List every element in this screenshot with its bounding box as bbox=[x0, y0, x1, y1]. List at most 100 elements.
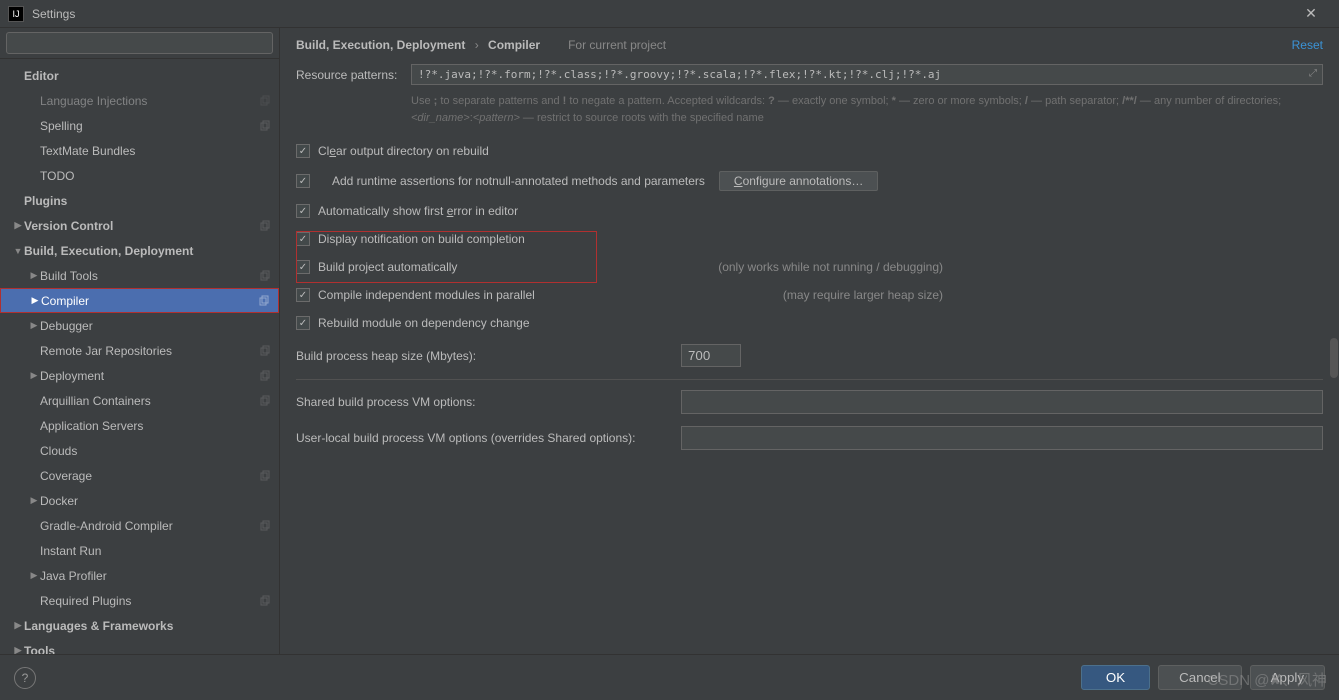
sidebar-item-spelling[interactable]: Spelling bbox=[0, 113, 279, 138]
chevron-icon: ▶ bbox=[28, 570, 40, 581]
sidebar-item-java-profiler[interactable]: ▶Java Profiler bbox=[0, 563, 279, 588]
help-button[interactable]: ? bbox=[14, 667, 36, 689]
for-project-label: For current project bbox=[564, 38, 666, 52]
chevron-icon: ▶ bbox=[12, 645, 24, 654]
content-panel: Build, Execution, Deployment › Compiler … bbox=[280, 28, 1339, 654]
copy-icon bbox=[259, 595, 271, 607]
sidebar-item-label: Gradle-Android Compiler bbox=[40, 519, 259, 533]
sidebar-item-plugins[interactable]: Plugins bbox=[0, 188, 279, 213]
footer: ? OK Cancel Apply bbox=[0, 654, 1339, 700]
shared-vm-label: Shared build process VM options: bbox=[296, 395, 681, 409]
sidebar-item-arquillian-containers[interactable]: Arquillian Containers bbox=[0, 388, 279, 413]
sidebar-item-build-tools[interactable]: ▶Build Tools bbox=[0, 263, 279, 288]
breadcrumb-part: Build, Execution, Deployment bbox=[296, 38, 465, 52]
divider bbox=[296, 379, 1323, 380]
sidebar-item-label: Debugger bbox=[40, 319, 271, 333]
copy-icon bbox=[259, 520, 271, 532]
sidebar-item-label: Plugins bbox=[24, 194, 271, 208]
copy-icon bbox=[259, 95, 271, 107]
user-vm-label: User-local build process VM options (ove… bbox=[296, 431, 681, 445]
reset-link[interactable]: Reset bbox=[1292, 38, 1323, 52]
heap-size-label: Build process heap size (Mbytes): bbox=[296, 349, 681, 363]
sidebar-item-label: Build, Execution, Deployment bbox=[24, 244, 271, 258]
configure-annotations-button[interactable]: Configure annotations… bbox=[719, 171, 878, 191]
sidebar-item-instant-run[interactable]: Instant Run bbox=[0, 538, 279, 563]
sidebar-item-label: Docker bbox=[40, 494, 271, 508]
user-vm-input[interactable] bbox=[681, 426, 1323, 450]
copy-icon bbox=[258, 295, 270, 307]
resource-patterns-label: Resource patterns: bbox=[296, 68, 411, 82]
scrollbar[interactable] bbox=[1329, 28, 1339, 654]
sidebar-item-label: Clouds bbox=[40, 444, 271, 458]
compile-parallel-label: Compile independent modules in parallel bbox=[318, 288, 535, 302]
sidebar-item-required-plugins[interactable]: Required Plugins bbox=[0, 588, 279, 613]
sidebar-item-editor[interactable]: Editor bbox=[0, 63, 279, 88]
sidebar-item-label: Build Tools bbox=[40, 269, 259, 283]
sidebar-item-label: Language Injections bbox=[40, 94, 259, 108]
sidebar-item-build-execution-deployment[interactable]: ▼Build, Execution, Deployment bbox=[0, 238, 279, 263]
sidebar-item-docker[interactable]: ▶Docker bbox=[0, 488, 279, 513]
compile-parallel-hint: (may require larger heap size) bbox=[783, 288, 1323, 302]
scrollbar-thumb[interactable] bbox=[1330, 338, 1338, 378]
sidebar-item-label: Arquillian Containers bbox=[40, 394, 259, 408]
expand-icon[interactable]: ⤢ bbox=[1309, 68, 1317, 79]
cancel-button[interactable]: Cancel bbox=[1158, 665, 1242, 690]
sidebar-item-label: Spelling bbox=[40, 119, 259, 133]
sidebar-item-gradle-android-compiler[interactable]: Gradle-Android Compiler bbox=[0, 513, 279, 538]
chevron-icon: ▶ bbox=[28, 270, 40, 281]
sidebar-item-label: Remote Jar Repositories bbox=[40, 344, 259, 358]
sidebar-item-textmate-bundles[interactable]: TextMate Bundles bbox=[0, 138, 279, 163]
sidebar-item-tools[interactable]: ▶Tools bbox=[0, 638, 279, 654]
sidebar-item-compiler[interactable]: ▶Compiler bbox=[0, 288, 279, 313]
auto-show-error-checkbox[interactable] bbox=[296, 204, 310, 218]
sidebar-item-languages-frameworks[interactable]: ▶Languages & Frameworks bbox=[0, 613, 279, 638]
chevron-icon: ▶ bbox=[29, 295, 41, 306]
shared-vm-input[interactable] bbox=[681, 390, 1323, 414]
build-auto-label: Build project automatically bbox=[318, 260, 457, 274]
sidebar-item-label: Languages & Frameworks bbox=[24, 619, 271, 633]
runtime-assertions-label: Add runtime assertions for notnull-annot… bbox=[332, 174, 705, 188]
window-title: Settings bbox=[32, 7, 1291, 21]
sidebar-item-label: Java Profiler bbox=[40, 569, 271, 583]
display-notification-checkbox[interactable] bbox=[296, 232, 310, 246]
search-input[interactable] bbox=[6, 32, 273, 54]
sidebar-item-coverage[interactable]: Coverage bbox=[0, 463, 279, 488]
rebuild-dep-checkbox[interactable] bbox=[296, 316, 310, 330]
apply-button[interactable]: Apply bbox=[1250, 665, 1325, 690]
sidebar-item-deployment[interactable]: ▶Deployment bbox=[0, 363, 279, 388]
build-auto-checkbox[interactable] bbox=[296, 260, 310, 274]
sidebar: Editor Language Injections Spelling TextMat… bbox=[0, 28, 280, 654]
clear-output-label: Clear output directory on rebuild bbox=[318, 144, 489, 158]
resource-help-text: Use ; to separate patterns and ! to nega… bbox=[411, 93, 1323, 126]
sidebar-item-language-injections[interactable]: Language Injections bbox=[0, 88, 279, 113]
sidebar-item-label: TODO bbox=[40, 169, 271, 183]
sidebar-item-remote-jar-repositories[interactable]: Remote Jar Repositories bbox=[0, 338, 279, 363]
sidebar-item-todo[interactable]: TODO bbox=[0, 163, 279, 188]
copy-icon bbox=[259, 370, 271, 382]
chevron-icon: ▼ bbox=[12, 246, 24, 256]
copy-icon bbox=[259, 395, 271, 407]
sidebar-item-label: TextMate Bundles bbox=[40, 144, 271, 158]
sidebar-item-label: Version Control bbox=[24, 219, 259, 233]
sidebar-item-application-servers[interactable]: Application Servers bbox=[0, 413, 279, 438]
build-auto-hint: (only works while not running / debuggin… bbox=[718, 260, 1323, 274]
runtime-assertions-checkbox[interactable] bbox=[296, 174, 310, 188]
auto-show-error-label: Automatically show first error in editor bbox=[318, 204, 518, 218]
breadcrumb-part: Compiler bbox=[488, 38, 540, 52]
sidebar-item-label: Coverage bbox=[40, 469, 259, 483]
sidebar-item-clouds[interactable]: Clouds bbox=[0, 438, 279, 463]
copy-icon bbox=[259, 345, 271, 357]
chevron-icon: ▶ bbox=[28, 495, 40, 506]
sidebar-item-label: Instant Run bbox=[40, 544, 271, 558]
compile-parallel-checkbox[interactable] bbox=[296, 288, 310, 302]
close-icon[interactable]: ✕ bbox=[1291, 5, 1331, 22]
copy-icon bbox=[259, 120, 271, 132]
sidebar-item-debugger[interactable]: ▶Debugger bbox=[0, 313, 279, 338]
heap-size-input[interactable] bbox=[681, 344, 741, 367]
breadcrumb-sep: › bbox=[475, 38, 479, 52]
chevron-icon: ▶ bbox=[28, 370, 40, 381]
resource-patterns-input[interactable] bbox=[411, 64, 1323, 85]
clear-output-checkbox[interactable] bbox=[296, 144, 310, 158]
ok-button[interactable]: OK bbox=[1081, 665, 1150, 690]
sidebar-item-version-control[interactable]: ▶Version Control bbox=[0, 213, 279, 238]
